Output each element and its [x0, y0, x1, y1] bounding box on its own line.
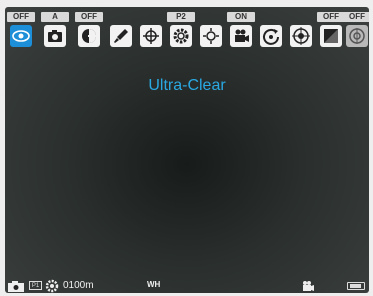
- menu-item-crosshair[interactable]: [139, 10, 163, 54]
- profile-badge: P1: [29, 281, 42, 290]
- camera-mode-icon: [8, 281, 24, 292]
- menu-item-value: OFF: [7, 12, 35, 22]
- menu-item-preset[interactable]: P2: [167, 10, 195, 54]
- battery-icon: [347, 282, 365, 290]
- menu-item-value: OFF: [317, 12, 345, 22]
- brush-icon[interactable]: [110, 25, 132, 47]
- rotate-icon[interactable]: [260, 25, 282, 47]
- target-icon[interactable]: [290, 25, 312, 47]
- menu-item-rotate[interactable]: [259, 10, 283, 54]
- status-bar: P1 0100m WH: [5, 279, 369, 293]
- gear-icon: [45, 279, 59, 293]
- menu-item-brush[interactable]: [109, 10, 133, 54]
- menu-item-frame[interactable]: OFF: [317, 10, 345, 54]
- menu-item-focus[interactable]: [199, 10, 223, 54]
- video-camera-icon[interactable]: [230, 25, 252, 47]
- mode-title: Ultra-Clear: [148, 77, 226, 94]
- menu-item-record[interactable]: ON: [227, 10, 255, 54]
- gear-icon[interactable]: [170, 25, 192, 47]
- disc-icon[interactable]: [346, 25, 368, 47]
- white-balance-indicator: WH: [147, 280, 161, 289]
- menu-item-target[interactable]: [289, 10, 313, 54]
- viewfinder-screen: OFF A OFF P2 ON OFF OFF Ultra-Clear P1 0…: [5, 7, 369, 293]
- menu-item-value: OFF: [343, 12, 369, 22]
- menu-item-value: A: [41, 12, 69, 22]
- menu-item-view[interactable]: OFF: [7, 10, 35, 54]
- menu-item-disc[interactable]: OFF: [343, 10, 369, 54]
- camera-icon[interactable]: [44, 25, 66, 47]
- settings-menu-bar: OFF A OFF P2 ON OFF OFF: [7, 10, 369, 54]
- focus-icon[interactable]: [200, 25, 222, 47]
- distance-readout: 0100m: [63, 280, 94, 291]
- contrast-icon[interactable]: [78, 25, 100, 47]
- menu-item-value: P2: [167, 12, 195, 22]
- menu-item-value: OFF: [75, 12, 103, 22]
- eye-icon[interactable]: [10, 25, 32, 47]
- crosshair-icon[interactable]: [140, 25, 162, 47]
- menu-item-value: ON: [227, 12, 255, 22]
- menu-item-contrast[interactable]: OFF: [75, 10, 103, 54]
- square-icon[interactable]: [320, 25, 342, 47]
- video-camera-icon: [303, 281, 314, 291]
- menu-item-capture[interactable]: A: [41, 10, 69, 54]
